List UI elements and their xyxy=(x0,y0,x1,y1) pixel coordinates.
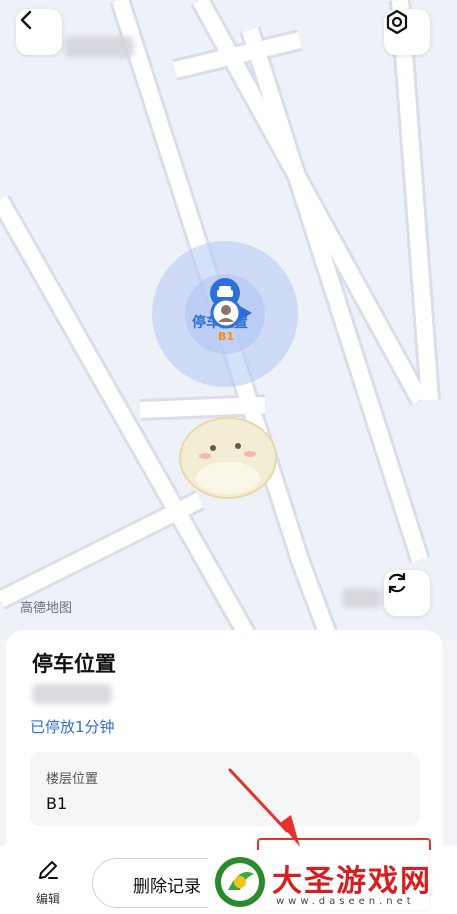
back-button[interactable] xyxy=(16,9,62,55)
map-view[interactable]: 停车位置 B1 高德地图 xyxy=(0,0,457,640)
chevron-left-icon xyxy=(20,10,32,30)
map-floor-tag: B1 xyxy=(218,330,235,343)
floor-value: B1 xyxy=(46,794,68,813)
user-location-icon xyxy=(210,297,252,329)
settings-button[interactable] xyxy=(384,9,430,55)
site-watermark: 大圣游戏网 www.daseen.net xyxy=(208,850,457,914)
blurred-location xyxy=(32,684,112,704)
map-attribution: 高德地图 xyxy=(20,601,73,616)
sheet-title: 停车位置 xyxy=(32,652,116,676)
edit-pen-icon xyxy=(39,861,58,879)
site-url: www.daseen.net xyxy=(276,896,415,907)
delete-label: 删除记录 xyxy=(133,877,201,897)
gear-icon xyxy=(386,9,408,35)
blurred-address xyxy=(64,36,134,58)
edit-button[interactable]: 编辑 xyxy=(26,858,70,907)
refresh-button[interactable] xyxy=(384,570,430,616)
floor-label: 楼层位置 xyxy=(46,772,99,787)
site-logo-icon xyxy=(215,857,265,907)
parked-duration: 已停放1分钟 xyxy=(30,718,115,736)
edit-label: 编辑 xyxy=(35,892,60,906)
refresh-icon xyxy=(388,572,406,594)
site-name: 大圣游戏网 xyxy=(272,864,432,899)
blurred-poi xyxy=(342,588,382,608)
